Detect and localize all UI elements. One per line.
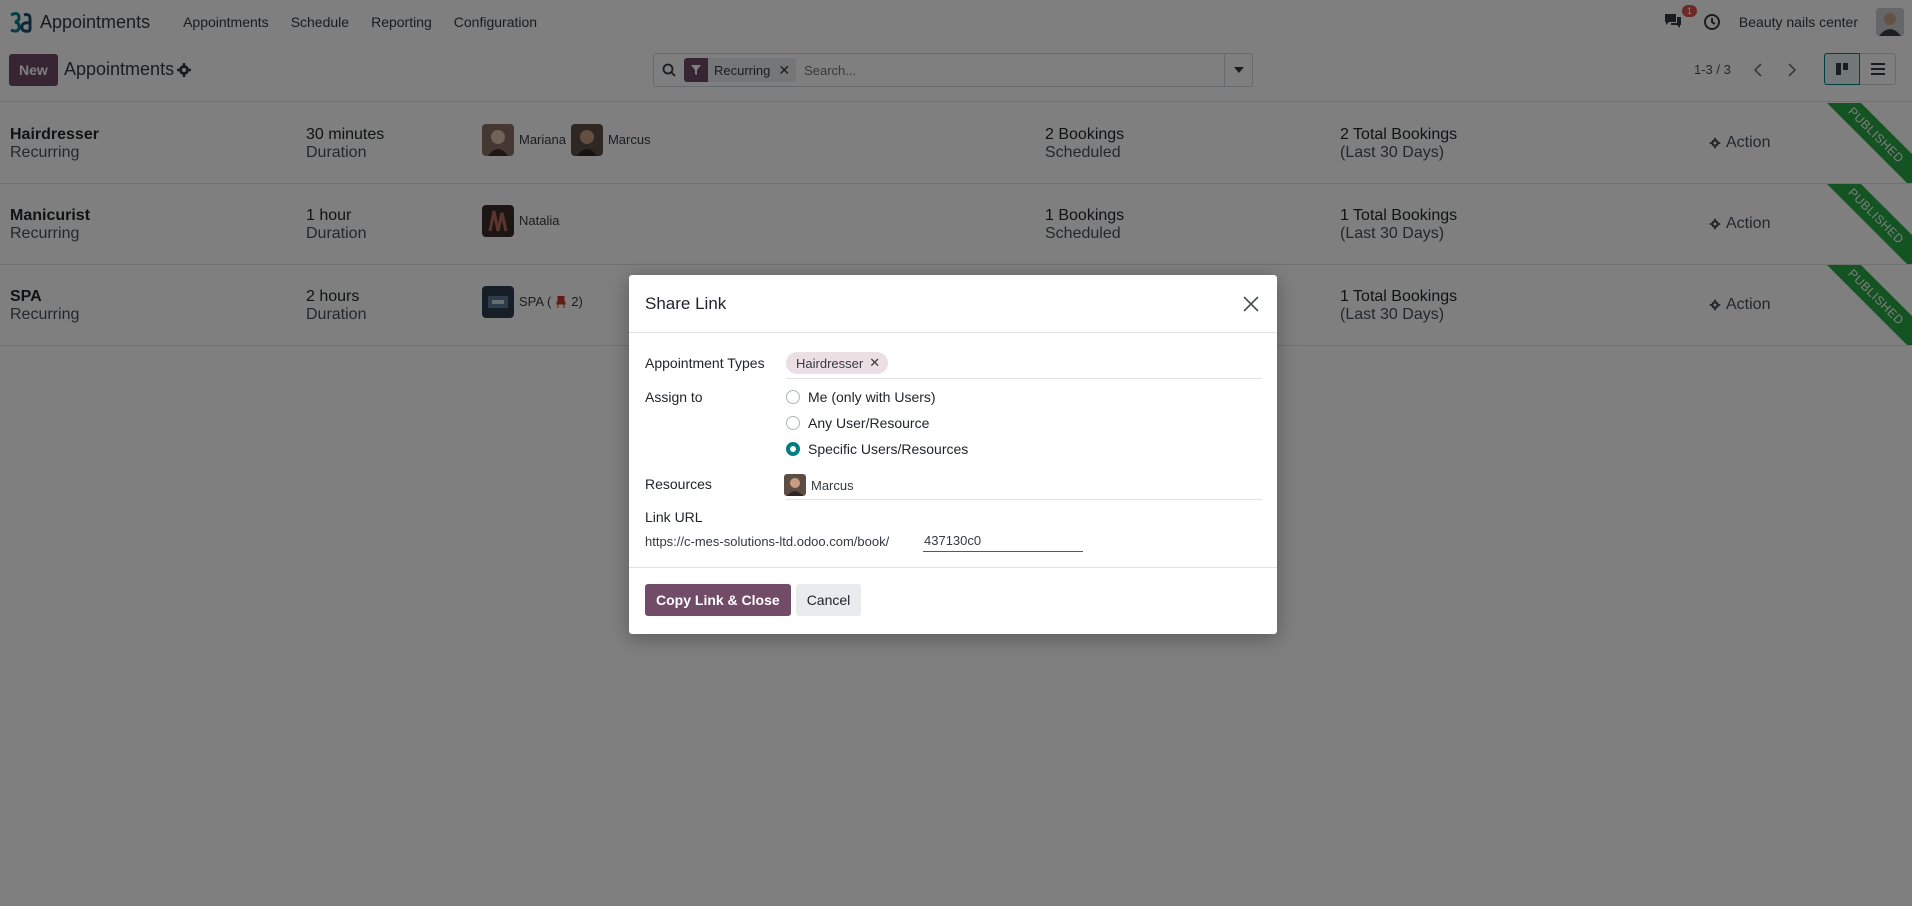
resource-avatar (784, 474, 806, 496)
resource-chip[interactable]: Marcus (784, 474, 854, 496)
resources-label: Resources (645, 476, 712, 492)
radio-button[interactable] (786, 416, 800, 430)
appointment-types-label: Appointment Types (645, 355, 765, 371)
close-icon[interactable] (1241, 294, 1261, 314)
radio-button-checked[interactable] (786, 442, 800, 456)
tag-label: Hairdresser (796, 355, 864, 371)
dialog-body: Appointment Types Hairdresser ✕ Assign t… (629, 333, 1277, 568)
url-suffix-input[interactable] (923, 530, 1083, 552)
link-url-label: Link URL (645, 509, 703, 525)
tag-remove-icon[interactable]: ✕ (869, 355, 880, 371)
radio-label: Me (only with Users) (808, 389, 936, 405)
copy-link-close-button[interactable]: Copy Link & Close (645, 584, 791, 616)
share-link-dialog: Share Link Appointment Types Hairdresser… (629, 275, 1277, 634)
radio-any-user[interactable]: Any User/Resource (786, 415, 929, 431)
dialog-footer: Copy Link & Close Cancel (629, 568, 1277, 632)
dialog-header: Share Link (629, 275, 1277, 333)
appointment-types-field[interactable] (786, 378, 1262, 379)
url-prefix: https://c-mes-solutions-ltd.odoo.com/boo… (645, 534, 890, 549)
radio-label: Any User/Resource (808, 415, 930, 431)
assign-to-label: Assign to (645, 389, 703, 405)
radio-me-only[interactable]: Me (only with Users) (786, 389, 936, 405)
appointment-type-tag: Hairdresser ✕ (786, 352, 889, 374)
resource-name: Marcus (811, 477, 854, 493)
dialog-title: Share Link (645, 293, 727, 313)
cancel-button[interactable]: Cancel (795, 584, 862, 616)
radio-button[interactable] (786, 390, 800, 404)
radio-label: Specific Users/Resources (808, 441, 969, 457)
radio-specific-users[interactable]: Specific Users/Resources (786, 441, 968, 457)
resources-field[interactable] (786, 499, 1262, 500)
